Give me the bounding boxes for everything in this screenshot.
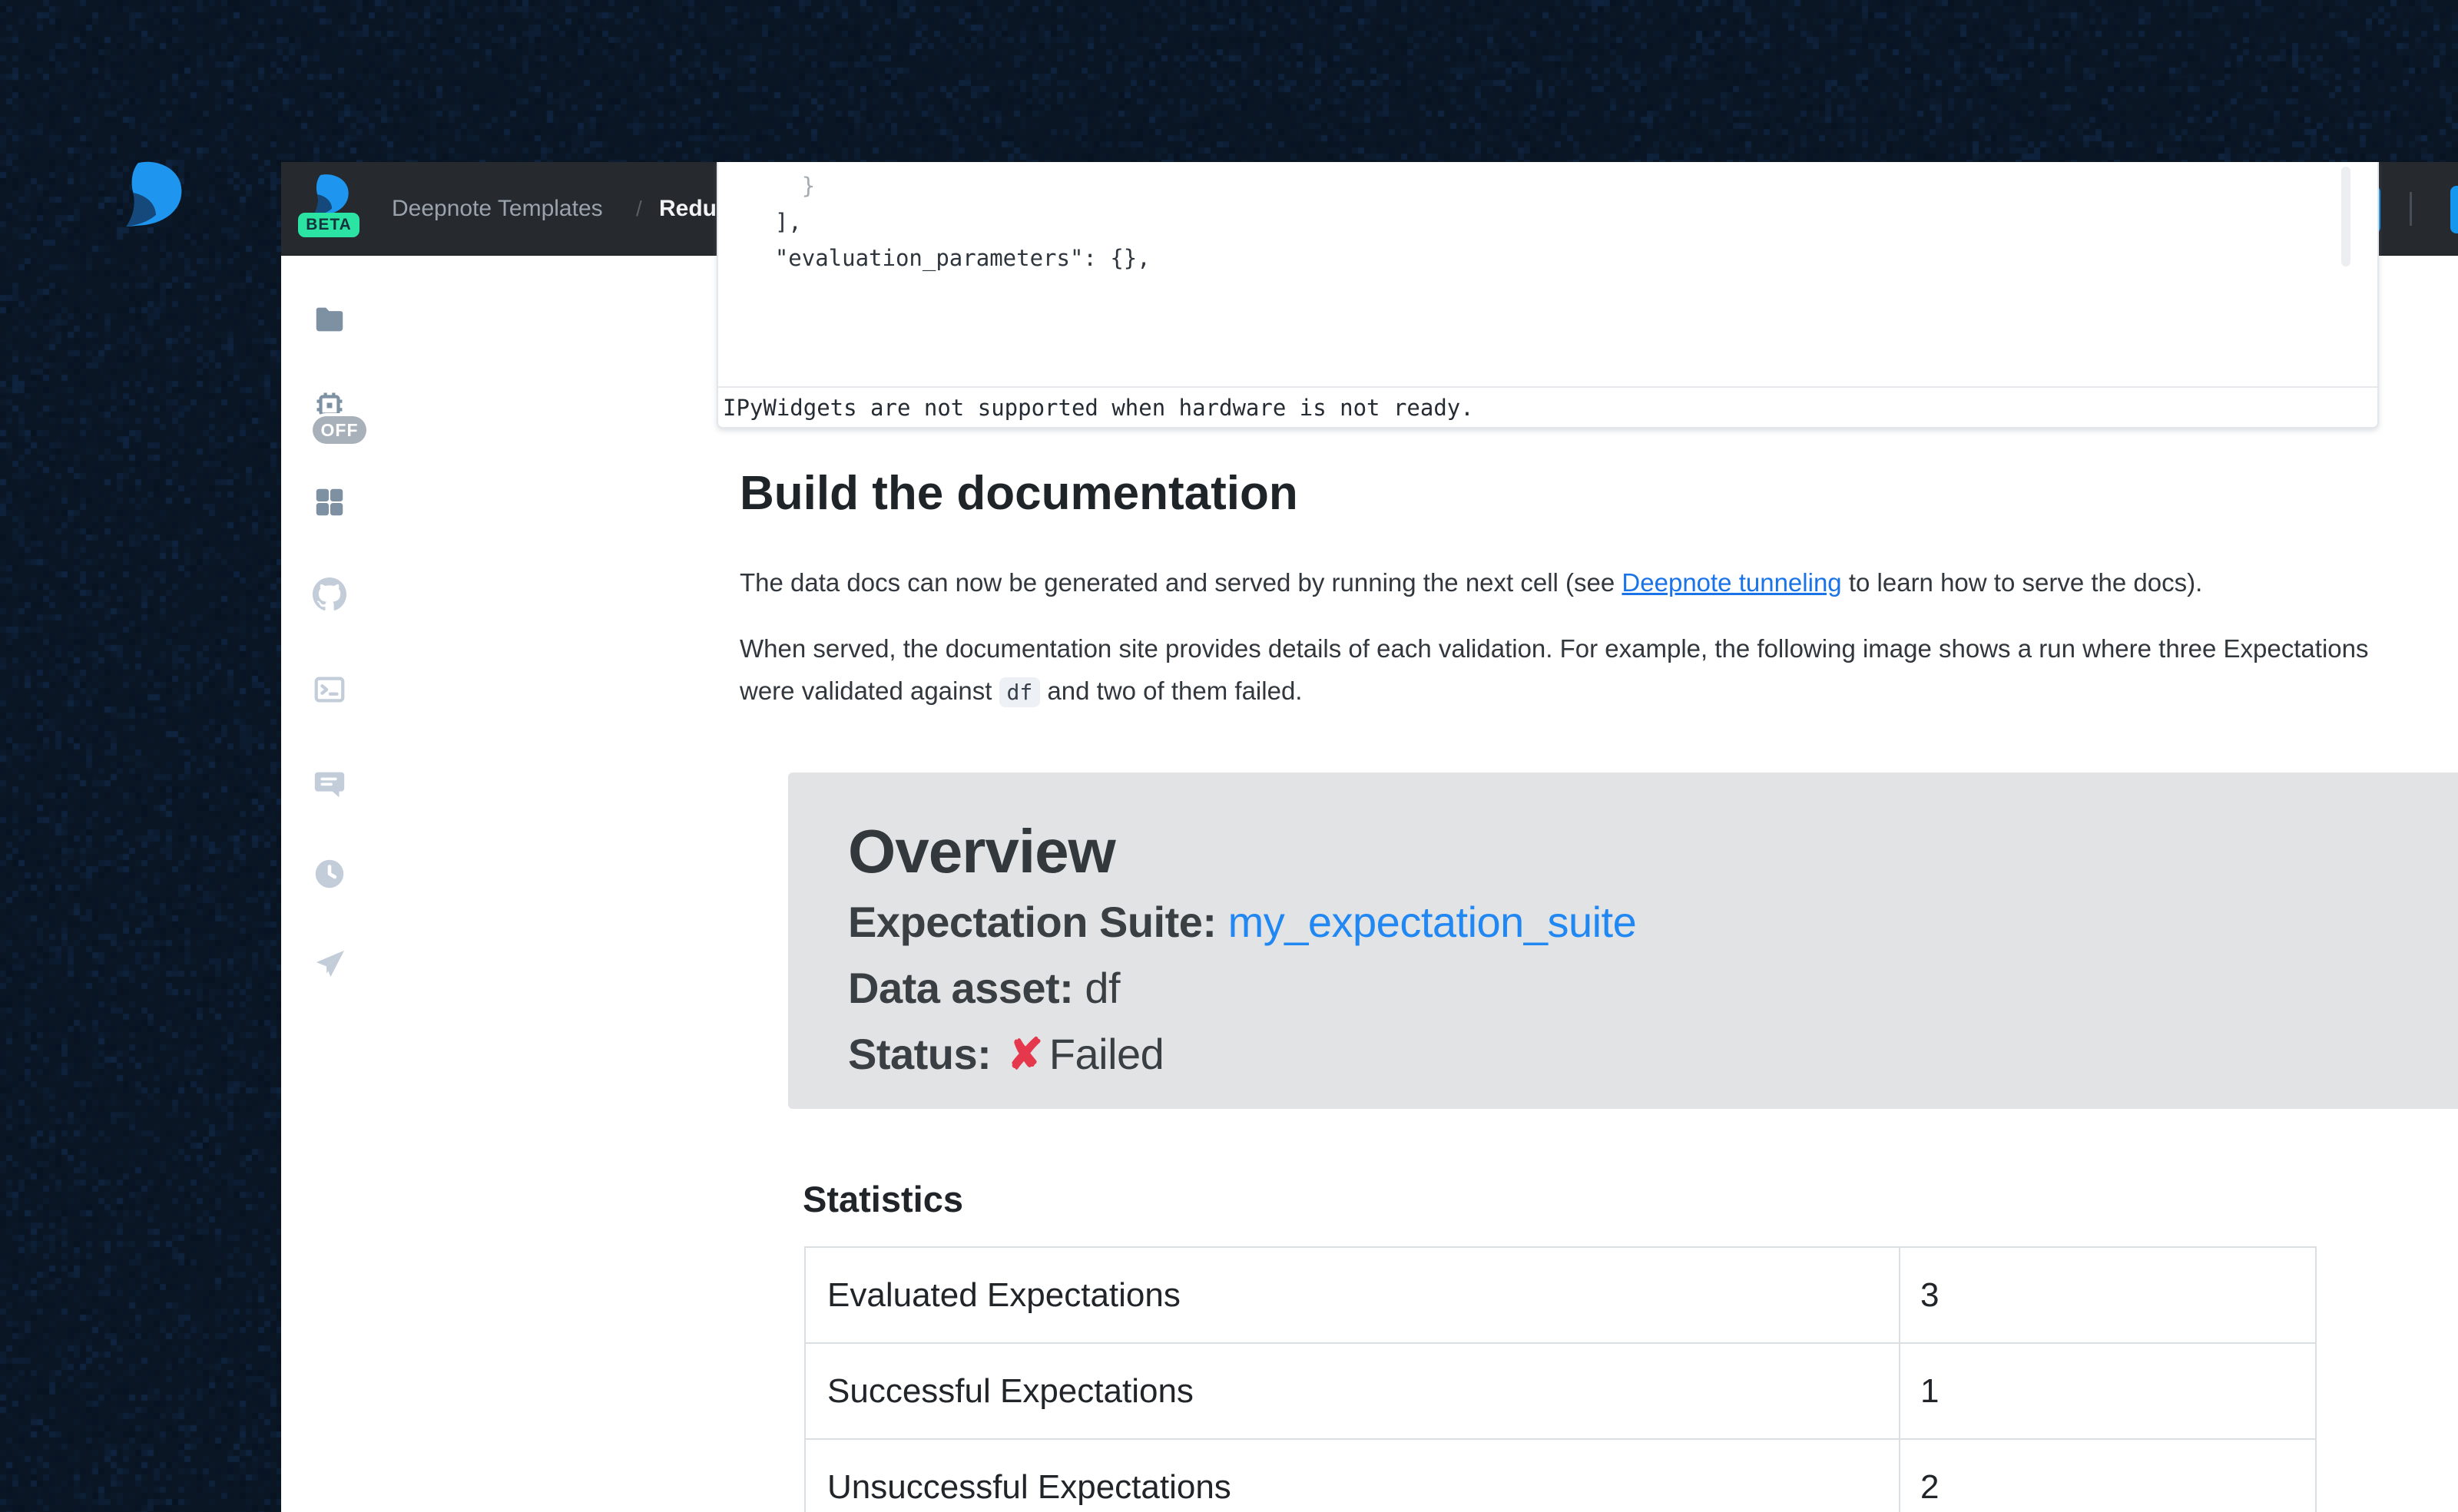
deepnote-logo (115, 158, 184, 227)
docs-overview-title: Overview (848, 814, 2458, 889)
paragraph-text: The data docs can now be generated and s… (740, 568, 1622, 597)
deepnote-logo-small[interactable] (306, 171, 350, 217)
statistics-heading: Statistics (803, 1178, 963, 1220)
statistics-table: Evaluated Expectations 3 Successful Expe… (804, 1246, 2317, 1512)
comments-icon[interactable] (312, 766, 347, 802)
code-line: "evaluation_parameters": {}, (718, 240, 2377, 276)
deepnote-tunneling-link[interactable]: Deepnote tunneling (1622, 568, 1841, 597)
breadcrumb-workspace[interactable]: Deepnote Templates (392, 162, 603, 256)
send-icon[interactable] (312, 947, 347, 982)
inline-code: df (999, 677, 1041, 707)
cell-scrollbar[interactable] (2341, 167, 2350, 266)
table-cell-label: Successful Expectations (806, 1344, 1899, 1438)
failed-x-icon: ✘ (1007, 1030, 1042, 1078)
table-cell-value: 1 (1899, 1344, 2315, 1438)
paragraph-text: and two of them failed. (1040, 677, 1302, 705)
topbar-divider (2410, 192, 2412, 226)
table-row: Evaluated Expectations 3 (806, 1248, 2315, 1344)
docs-status-line: Status: ✘Failed (848, 1021, 2458, 1087)
code-cell[interactable]: } ], "evaluation_parameters": {}, IPyWid… (717, 162, 2379, 428)
code-line: ], (718, 204, 2377, 240)
history-icon[interactable] (312, 856, 347, 892)
status-value: Failed (1049, 1030, 1164, 1078)
code-line: } (718, 168, 2377, 204)
table-row: Successful Expectations 1 (806, 1344, 2315, 1440)
breadcrumb-separator: / (636, 162, 642, 256)
code-editor[interactable]: } ], "evaluation_parameters": {}, (718, 162, 2377, 388)
files-icon[interactable] (312, 302, 347, 337)
table-cell-label: Evaluated Expectations (806, 1248, 1899, 1342)
docs-preview-image: Overview Expectation Suite: my_expectati… (788, 773, 2458, 1109)
docs-asset-line: Data asset: df (848, 955, 2458, 1021)
paragraph: When served, the documentation site prov… (740, 627, 2399, 713)
app-window: BETA Deepnote Templates / Reduce Pipelin… (281, 162, 2458, 1512)
cell-output: IPyWidgets are not supported when hardwa… (718, 386, 2377, 427)
paragraph-text: When served, the documentation site prov… (740, 634, 2369, 705)
expectation-suite-link[interactable]: my_expectation_suite (1228, 898, 1637, 946)
terminal-icon[interactable] (312, 672, 347, 707)
paragraph-text: to learn how to serve the docs). (1842, 568, 2203, 597)
edge-button-partial[interactable] (2450, 186, 2458, 233)
section-heading: Build the documentation (740, 466, 1298, 521)
machine-off-badge[interactable]: OFF (313, 416, 366, 444)
blocks-icon[interactable] (312, 485, 347, 520)
docs-suite-line: Expectation Suite: my_expectation_suite (848, 889, 2458, 955)
beta-badge: BETA (298, 213, 359, 237)
table-row: Unsuccessful Expectations 2 (806, 1440, 2315, 1512)
table-cell-value: 3 (1899, 1248, 2315, 1342)
table-cell-value: 2 (1899, 1440, 2315, 1512)
table-cell-label: Unsuccessful Expectations (806, 1440, 1899, 1512)
paragraph: The data docs can now be generated and s… (740, 561, 2399, 604)
github-icon[interactable] (312, 577, 347, 612)
